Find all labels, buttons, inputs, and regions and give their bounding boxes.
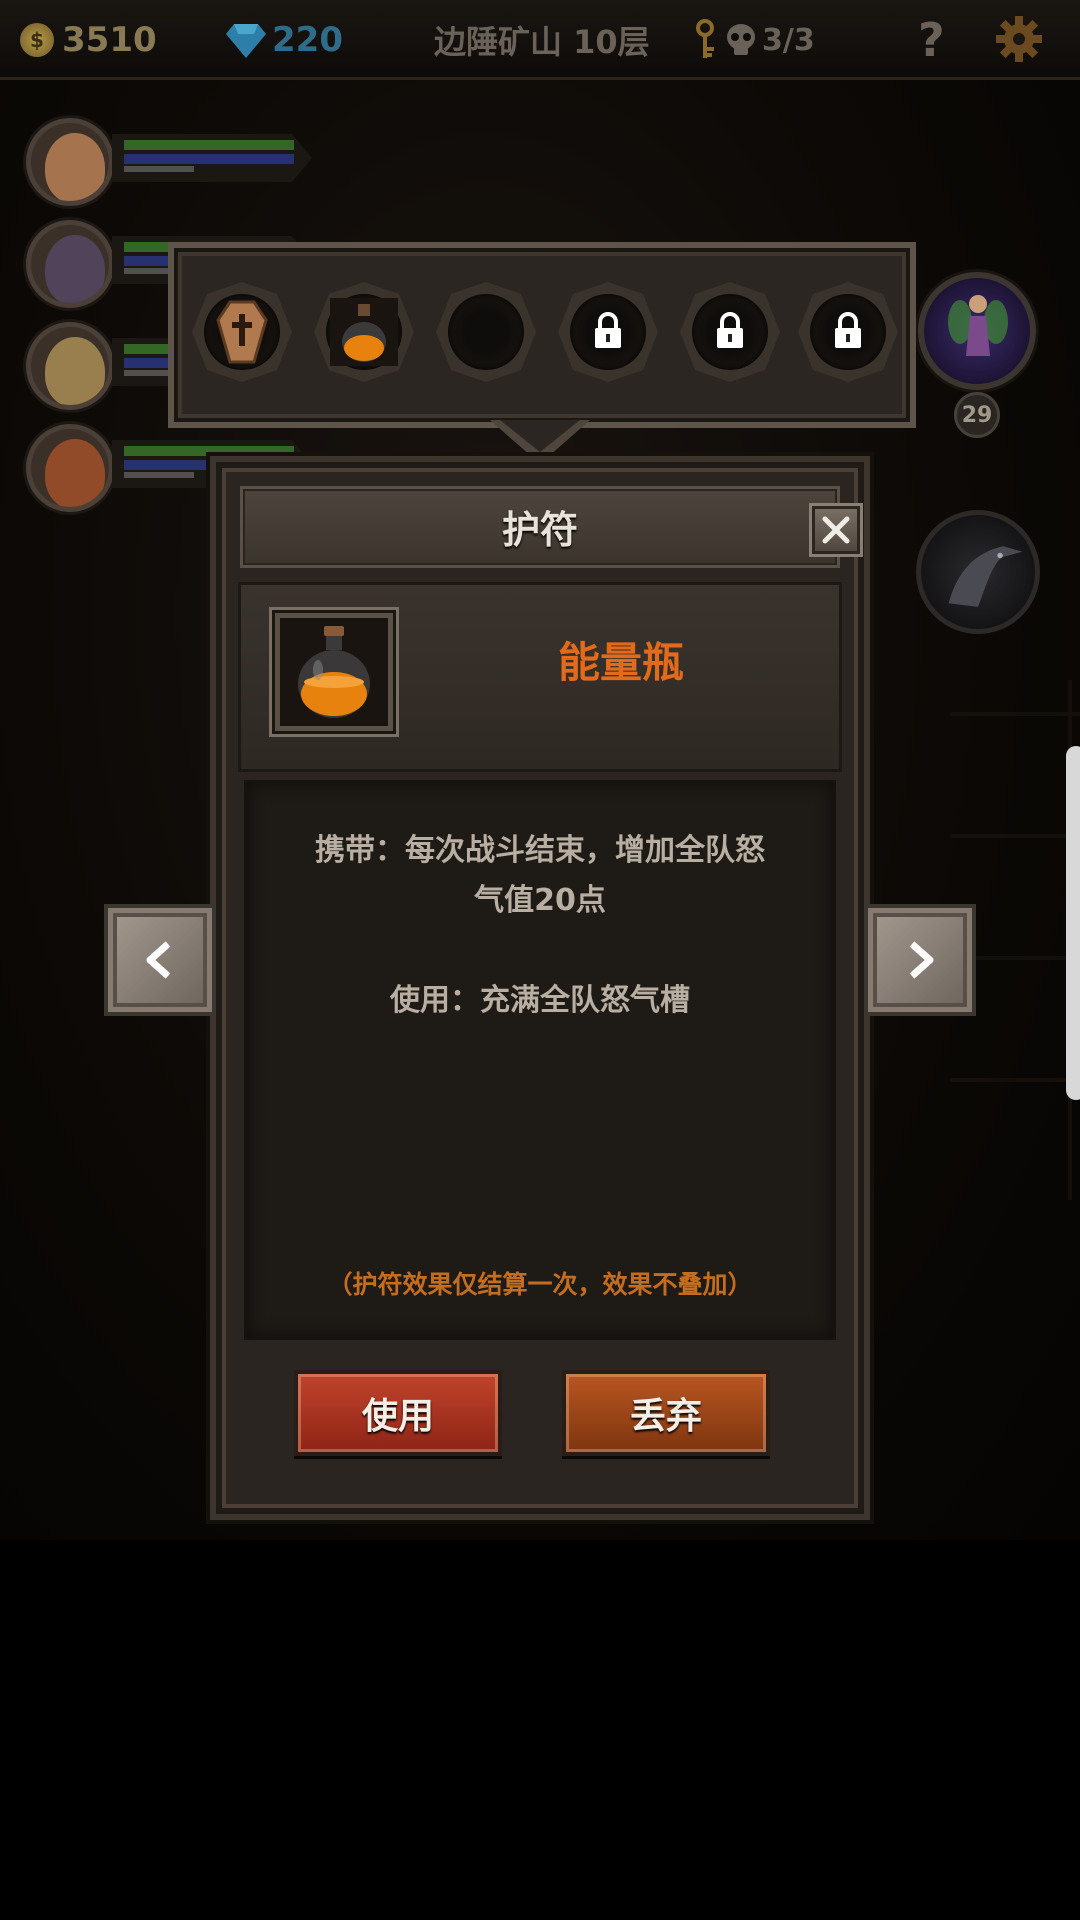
key-icon xyxy=(696,19,714,58)
amulet-slot-1[interactable] xyxy=(190,268,294,396)
keys-progress: 3/3 xyxy=(762,22,815,58)
energy-bottle-icon xyxy=(280,618,388,726)
effect-note: （护符效果仅结算一次，效果不叠加） xyxy=(327,1270,753,1299)
item-icon-frame xyxy=(269,607,399,737)
slot-hole xyxy=(448,294,524,370)
crow-icon xyxy=(948,546,1023,607)
hero-slot-1[interactable] xyxy=(12,112,332,212)
crow-enemy-portrait[interactable] xyxy=(916,510,1040,634)
description-panel: 携带：每次战斗结束，增加全队怒 气值20点 使用：充满全队怒气槽 （护符效果仅结… xyxy=(244,780,836,1340)
hero-avatar xyxy=(26,424,114,512)
gem-counter: 220 xyxy=(226,14,343,66)
edge-panel-handle[interactable] xyxy=(1066,746,1080,1100)
amulet-dialog: 护符 能量瓶 携带：每次战斗结束，增加全队怒 气值20点 使用：充满全队怒气槽 … xyxy=(210,456,870,1520)
carry-effect-line-1: 携带：每次战斗结束，增加全队怒 xyxy=(315,833,765,868)
use-effect-line: 使用：充满全队怒气槽 xyxy=(390,983,690,1018)
dialog-title: 护符 xyxy=(501,508,578,552)
skull-icon xyxy=(727,24,755,55)
amulet-slot-3[interactable] xyxy=(434,268,538,396)
prev-item-button[interactable] xyxy=(104,904,216,1016)
lock-icon xyxy=(835,312,861,348)
top-bar: $ 3510 220 边陲矿山 10层 3/3 ? xyxy=(0,0,1080,80)
chevron-right-icon xyxy=(909,941,934,979)
discard-button[interactable]: 丢弃 xyxy=(562,1370,770,1456)
coin-value: 3510 xyxy=(62,20,157,60)
use-button[interactable]: 使用 xyxy=(294,1370,502,1456)
hero-avatar xyxy=(26,322,114,410)
help-icon[interactable]: ? xyxy=(918,13,945,67)
hero-avatar xyxy=(26,118,114,206)
close-icon xyxy=(822,516,850,544)
gem-icon xyxy=(226,24,266,58)
item-name: 能量瓶 xyxy=(557,638,684,687)
amulet-slot-5[interactable] xyxy=(678,268,782,396)
amulet-slot-2[interactable] xyxy=(312,268,416,396)
fairy-icon xyxy=(948,295,1008,356)
coffin-icon xyxy=(216,300,268,364)
dialog-title-bar: 护符 xyxy=(240,486,863,568)
boss-portrait[interactable]: 29 xyxy=(918,262,1038,438)
floor-label: 边陲矿山 10层 xyxy=(434,23,650,61)
gem-value: 220 xyxy=(272,20,343,60)
gear-icon[interactable] xyxy=(994,14,1044,64)
lock-icon xyxy=(717,312,743,348)
chevron-left-icon xyxy=(146,941,171,979)
lock-icon xyxy=(595,312,621,348)
amulet-slot-6[interactable] xyxy=(796,268,900,396)
energy-bottle-icon xyxy=(330,298,398,366)
coin-counter: $ 3510 xyxy=(20,14,157,66)
carry-effect-line-2: 气值20点 xyxy=(474,883,606,918)
item-header: 能量瓶 xyxy=(238,582,842,772)
hero-bars xyxy=(112,134,312,182)
coin-icon: $ xyxy=(20,23,54,57)
boss-level-badge: 29 xyxy=(954,392,1000,438)
amulet-slot-4[interactable] xyxy=(556,268,660,396)
key-counter: 3/3 xyxy=(692,14,815,66)
close-button[interactable] xyxy=(809,503,863,557)
hero-avatar xyxy=(26,220,114,308)
next-item-button[interactable] xyxy=(864,904,976,1016)
